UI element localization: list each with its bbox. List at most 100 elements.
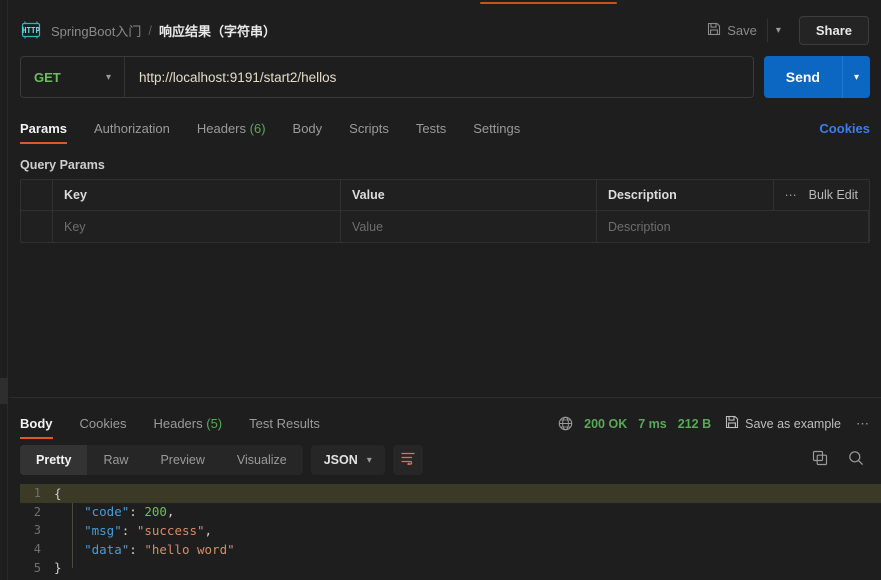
code-token: { xyxy=(54,485,62,501)
breadcrumb-bar: HTTP SpringBoot入门 / 响应结果（字符串） Save ▾ Sha… xyxy=(9,8,881,52)
globe-icon[interactable] xyxy=(558,416,573,431)
response-tab-body-label: Body xyxy=(20,416,53,431)
response-tab-body[interactable]: Body xyxy=(20,416,53,439)
query-params-table: Key Value Description ⋯ Bulk Edit Key Va… xyxy=(20,179,870,243)
code-line: 5} xyxy=(20,558,881,577)
tab-body-label: Body xyxy=(292,121,323,136)
floppy-disk-icon xyxy=(725,415,739,432)
view-mode-visualize[interactable]: Visualize xyxy=(221,445,303,475)
send-button[interactable]: Send xyxy=(764,56,842,98)
response-body-code: 1{2 "code": 200, 3 "msg": "success", 4 "da… xyxy=(20,484,881,577)
share-button[interactable]: Share xyxy=(798,15,869,45)
http-method-selector[interactable]: GET ▾ xyxy=(21,57,125,97)
row-key-input[interactable]: Key xyxy=(53,211,341,242)
line-number: 4 xyxy=(33,542,41,557)
row-value-input[interactable]: Value xyxy=(341,211,597,242)
word-wrap-toggle-button[interactable] xyxy=(392,445,423,475)
code-token: 200 xyxy=(144,504,167,520)
line-number: 5 xyxy=(33,560,41,575)
row-description-input[interactable]: Description xyxy=(597,211,869,242)
tab-scripts[interactable]: Scripts xyxy=(349,121,389,144)
response-tab-headers-label: Headers xyxy=(153,416,203,431)
response-size: 212 B xyxy=(677,416,712,431)
response-status-badge: 200 OK xyxy=(584,416,628,431)
line-content: } xyxy=(54,560,62,575)
select-all-checkbox-cell[interactable] xyxy=(21,180,53,210)
svg-text:HTTP: HTTP xyxy=(22,26,41,35)
save-button[interactable]: Save xyxy=(699,17,765,44)
browser-tab-strip xyxy=(0,0,881,8)
save-as-example-button[interactable]: Save as example xyxy=(725,415,841,432)
view-mode-raw[interactable]: Raw xyxy=(87,445,144,475)
floppy-disk-icon xyxy=(707,22,721,39)
tab-authorization-label: Authorization xyxy=(93,121,170,136)
tab-tests-label: Tests xyxy=(415,121,447,136)
search-response-button[interactable] xyxy=(842,446,870,474)
query-params-title: Query Params xyxy=(20,158,105,172)
line-content: "msg": "success", xyxy=(54,523,212,538)
url-input[interactable] xyxy=(125,57,753,97)
code-line: 4 "data": "hello word" xyxy=(20,540,881,559)
response-tab-cookies[interactable]: Cookies xyxy=(80,416,127,439)
code-token: : xyxy=(121,522,137,538)
code-token: : xyxy=(129,504,145,520)
line-number: 1 xyxy=(33,486,41,501)
send-options-chevron-down-icon[interactable]: ▾ xyxy=(841,56,870,98)
response-view-mode-group: Pretty Raw Preview Visualize xyxy=(20,445,303,475)
view-mode-preview[interactable]: Preview xyxy=(144,445,220,475)
bulk-edit-button[interactable]: Bulk Edit xyxy=(809,188,858,202)
response-more-ellipsis-icon[interactable]: ⋯ xyxy=(856,416,870,432)
http-badge-icon: HTTP xyxy=(20,21,42,39)
save-button-label: Save xyxy=(727,22,757,38)
code-token: : xyxy=(129,541,145,557)
copy-response-button[interactable] xyxy=(806,446,834,474)
response-pane: Body Cookies Headers (5) Test Results 20… xyxy=(9,406,881,580)
chevron-down-icon: ▾ xyxy=(366,454,372,466)
http-method-label: GET xyxy=(34,69,61,85)
tab-params[interactable]: Params xyxy=(20,121,67,144)
response-format-selector[interactable]: JSON ▾ xyxy=(310,445,385,475)
tab-headers-count: (6) xyxy=(249,121,266,136)
code-token: "data" xyxy=(84,541,130,557)
column-header-value: Value xyxy=(341,180,597,210)
active-tab-indicator xyxy=(480,2,617,4)
table-row: Key Value Description xyxy=(21,211,869,242)
save-options-chevron-down-icon[interactable]: ▾ xyxy=(766,18,789,42)
tab-headers[interactable]: Headers (6) xyxy=(197,121,266,144)
response-body-editor[interactable]: 1{2 "code": 200, 3 "msg": "success", 4 "da… xyxy=(20,484,881,580)
response-status-meta: 200 OK 7 ms 212 B Save as example ⋯ xyxy=(558,415,870,439)
code-token: , xyxy=(166,504,175,520)
ellipsis-icon[interactable]: ⋯ xyxy=(785,188,798,202)
response-tab-test-results[interactable]: Test Results xyxy=(249,416,320,439)
view-mode-pretty[interactable]: Pretty xyxy=(20,445,88,475)
table-header-row: Key Value Description ⋯ Bulk Edit xyxy=(21,180,869,211)
search-icon xyxy=(848,450,864,471)
tab-headers-label: Headers xyxy=(196,121,247,136)
code-token: } xyxy=(54,560,62,576)
cookies-link[interactable]: Cookies xyxy=(819,121,870,144)
response-tab-test-results-label: Test Results xyxy=(249,416,320,431)
code-token: "success" xyxy=(136,522,205,538)
sidebar-scrollbar-thumb[interactable] xyxy=(0,378,8,404)
tab-authorization[interactable]: Authorization xyxy=(94,121,170,144)
response-format-label: JSON xyxy=(323,453,358,467)
response-tab-headers[interactable]: Headers (5) xyxy=(153,416,222,439)
code-token: "hello word" xyxy=(144,541,235,557)
tab-settings[interactable]: Settings xyxy=(473,121,520,144)
code-line: 1{ xyxy=(20,484,881,503)
pane-splitter[interactable] xyxy=(9,397,881,398)
code-token: "code" xyxy=(84,504,130,520)
breadcrumb-collection[interactable]: SpringBoot入门 xyxy=(51,21,141,40)
request-tab-bar: Params Authorization Headers (6) Body Sc… xyxy=(9,114,881,144)
tab-tests[interactable]: Tests xyxy=(416,121,446,144)
copy-icon xyxy=(812,450,828,471)
breadcrumb-request-name[interactable]: 响应结果（字符串） xyxy=(159,21,276,40)
row-checkbox-cell[interactable] xyxy=(21,211,53,242)
tab-body[interactable]: Body xyxy=(293,121,323,144)
left-sidebar-rail xyxy=(0,0,8,580)
url-bar: GET ▾ xyxy=(20,56,754,98)
column-header-description: Description xyxy=(597,180,774,210)
chevron-down-icon: ▾ xyxy=(105,71,111,83)
word-wrap-icon xyxy=(400,451,416,470)
line-content: "data": "hello word" xyxy=(54,542,235,557)
